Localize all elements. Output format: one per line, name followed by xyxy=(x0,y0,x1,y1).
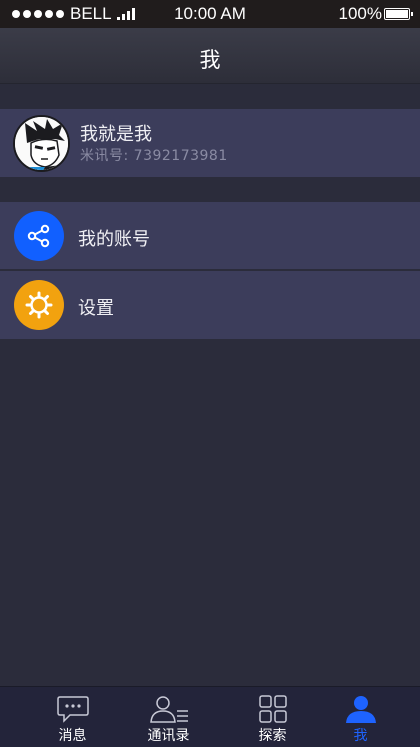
profile-row[interactable]: 我就是我 米讯号: 7392173981 xyxy=(0,109,420,177)
person-icon xyxy=(308,694,413,724)
tab-contacts[interactable]: 通讯录 xyxy=(116,687,221,747)
menu-label-settings: 设置 xyxy=(78,298,114,319)
menu-item-settings[interactable]: 设置 xyxy=(0,271,420,339)
nav-bar: 我 xyxy=(0,28,420,84)
menu-item-account[interactable]: 我的账号 xyxy=(0,202,420,270)
chat-bubble-icon xyxy=(20,694,125,724)
share-icon xyxy=(14,211,64,261)
avatar-cartoon-icon xyxy=(15,117,68,170)
avatar[interactable] xyxy=(13,115,70,172)
profile-id: 米讯号: 7392173981 xyxy=(80,148,228,164)
page-title: 我 xyxy=(199,48,221,72)
tab-label-messages: 消息 xyxy=(58,728,87,744)
status-bar: BELL 10:00 AM 100% xyxy=(0,0,420,28)
contacts-icon xyxy=(116,694,221,724)
tab-label-me: 我 xyxy=(353,728,368,744)
profile-name: 我就是我 xyxy=(80,124,152,145)
tab-me[interactable]: 我 xyxy=(308,687,413,747)
gear-icon xyxy=(14,280,64,330)
tab-messages[interactable]: 消息 xyxy=(20,687,125,747)
battery-percent: 100% xyxy=(338,4,382,23)
tab-label-contacts: 通讯录 xyxy=(147,728,190,744)
menu-label-account: 我的账号 xyxy=(78,229,150,250)
battery-icon xyxy=(384,8,413,20)
tab-bar: 消息 通讯录 探索 我 xyxy=(0,686,420,747)
